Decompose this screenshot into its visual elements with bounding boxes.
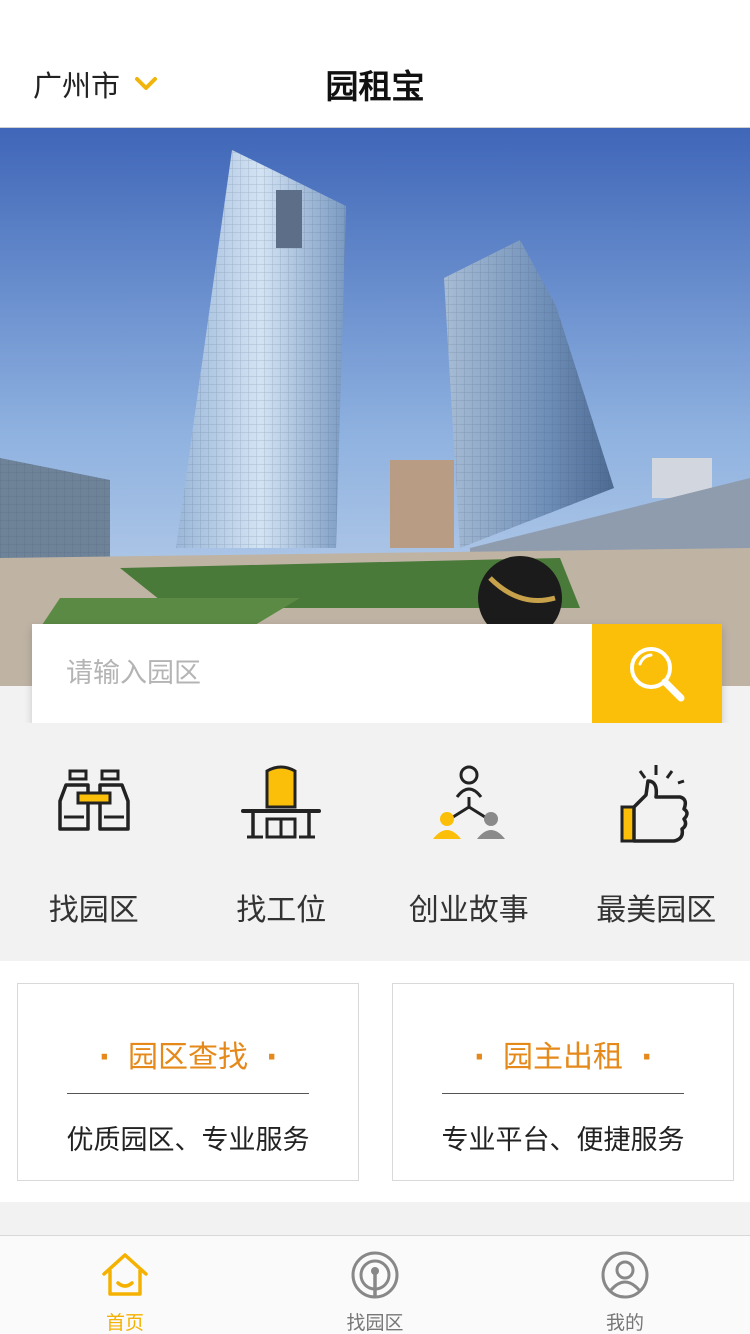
- card-title: · 园主出租 ·: [473, 1040, 653, 1075]
- user-icon: [601, 1251, 649, 1299]
- service-cards: · 园区查找 · 优质园区、专业服务 · 园主出租 · 专业平台、便捷服务: [0, 961, 750, 1202]
- tab-mine[interactable]: 我的: [500, 1236, 750, 1334]
- page-title: 园租宝: [325, 67, 425, 106]
- quick-link-startup-stories[interactable]: 创业故事: [375, 723, 563, 961]
- search-bar: [32, 624, 722, 723]
- thumbs-up-icon: [620, 765, 689, 843]
- status-bar: [0, 0, 750, 40]
- tab-label: 找园区: [346, 1312, 404, 1334]
- search-button[interactable]: [592, 624, 722, 723]
- tab-bar: 首页 找园区 我的: [0, 1235, 750, 1334]
- card-divider: [67, 1093, 309, 1094]
- tab-home[interactable]: 首页: [0, 1236, 250, 1334]
- quick-link-find-park[interactable]: 找园区: [0, 723, 188, 961]
- quick-links: 找园区 找工位 创业故事 最美园区: [0, 723, 750, 961]
- team-icon: [432, 765, 505, 839]
- card-subtitle: 专业平台、便捷服务: [441, 1125, 685, 1156]
- card-subtitle: 优质园区、专业服务: [66, 1125, 310, 1156]
- search-input[interactable]: [32, 624, 592, 723]
- nav-bar: 广州市 园租宝: [0, 40, 750, 128]
- tab-label: 我的: [605, 1312, 644, 1334]
- tab-label: 首页: [105, 1312, 144, 1334]
- card-park-search[interactable]: · 园区查找 · 优质园区、专业服务: [17, 983, 359, 1181]
- quick-link-label: 找园区: [48, 893, 139, 928]
- banner-image[interactable]: [0, 128, 750, 686]
- workstation-icon: [241, 765, 322, 839]
- card-owner-rental[interactable]: · 园主出租 · 专业平台、便捷服务: [392, 983, 734, 1181]
- banner-photo: [0, 128, 750, 686]
- tab-find-park[interactable]: 找园区: [250, 1236, 500, 1334]
- quick-link-best-parks[interactable]: 最美园区: [563, 723, 750, 961]
- broadcast-icon: [351, 1251, 399, 1299]
- search-icon: [630, 646, 685, 701]
- home-icon: [102, 1253, 148, 1296]
- quick-link-find-workstation[interactable]: 找工位: [188, 723, 376, 961]
- quick-link-label: 找工位: [236, 893, 327, 928]
- card-title: · 园区查找 ·: [98, 1040, 278, 1075]
- quick-link-label: 创业故事: [408, 893, 529, 928]
- binoculars-icon: [58, 769, 130, 831]
- card-divider: [442, 1093, 684, 1094]
- quick-link-label: 最美园区: [596, 893, 717, 928]
